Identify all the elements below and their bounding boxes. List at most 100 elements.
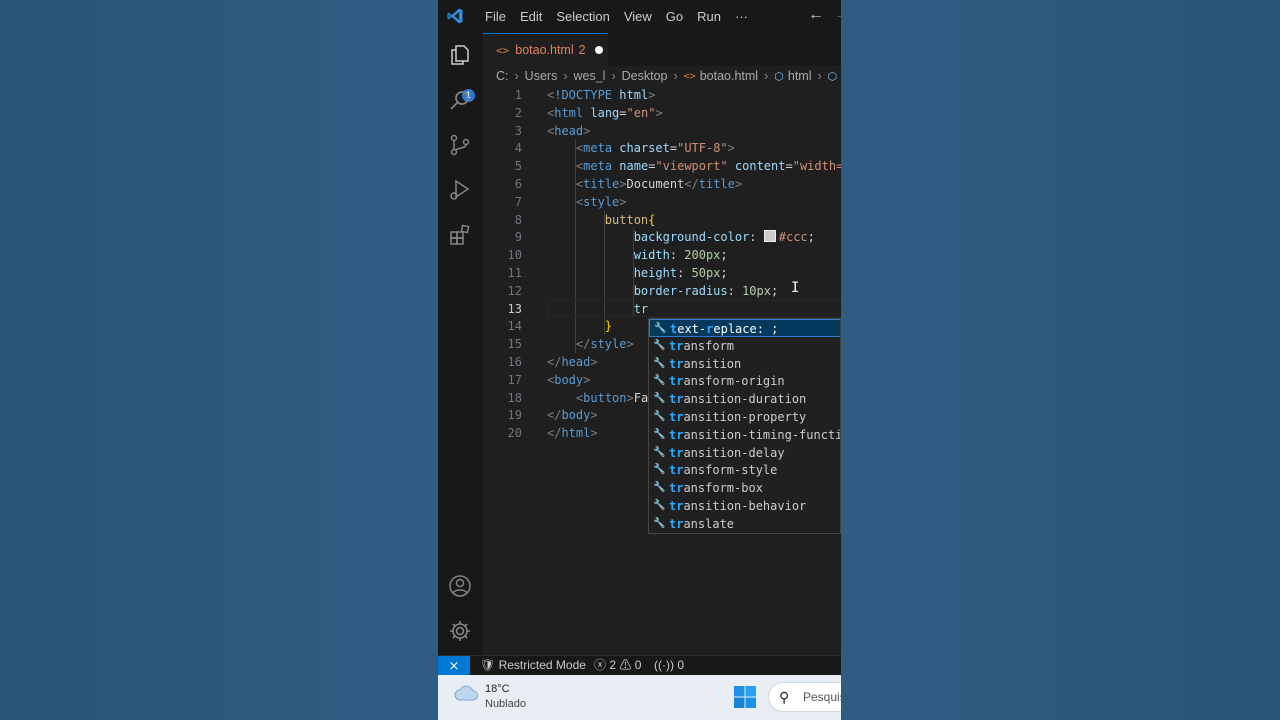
suggestion-item[interactable]: 🔧 transition-behavior bbox=[649, 497, 840, 515]
property-wrench-icon: 🔧 bbox=[653, 393, 666, 405]
line-number: 14 bbox=[507, 319, 522, 334]
code-line[interactable]: 10 width: 200px; bbox=[483, 246, 841, 264]
code-token: border-radius bbox=[633, 283, 728, 298]
restricted-mode-indicator[interactable]: 🛡 Restricted Mode bbox=[480, 656, 586, 675]
line-number: 20 bbox=[507, 426, 522, 441]
temperature: 18°C bbox=[485, 683, 510, 695]
code-line[interactable]: 1 <!DOCTYPE html> bbox=[483, 86, 841, 104]
code-line[interactable]: 2 <html lang="en"> bbox=[483, 104, 841, 122]
suggestion-item[interactable]: 🔧 transform bbox=[649, 337, 840, 355]
menu-item-selection[interactable]: Selection bbox=[549, 0, 616, 33]
chevron-right-icon: › bbox=[673, 69, 678, 83]
forward-arrow-icon[interactable]: → bbox=[834, 6, 841, 24]
suggestion-item[interactable]: 🔧 transform-origin bbox=[649, 372, 840, 390]
line-number: 8 bbox=[514, 212, 522, 227]
source-control-icon[interactable] bbox=[448, 133, 472, 157]
code-token: meta bbox=[583, 159, 613, 174]
color-swatch-icon[interactable] bbox=[763, 230, 776, 243]
line-number: 6 bbox=[514, 177, 522, 191]
suggestion-item[interactable]: 🔧 transition-timing-functi bbox=[649, 426, 841, 444]
property-wrench-icon: 🔧 bbox=[654, 323, 667, 334]
symbol-element-icon: ⬡ bbox=[774, 70, 784, 83]
code-token: Fa bbox=[633, 390, 649, 405]
menu-item-edit[interactable]: Edit bbox=[513, 0, 549, 33]
settings-gear-icon[interactable] bbox=[448, 619, 472, 643]
remote-icon[interactable]: ⨯ bbox=[438, 656, 470, 676]
vscode-logo-icon bbox=[447, 8, 463, 24]
ports-indicator[interactable]: ((·)) 0 bbox=[654, 656, 684, 675]
suggest-widget[interactable]: 🔧 text-replace: ; 🔧 transform 🔧 transition 🔧 tr… bbox=[648, 318, 841, 534]
breadcrumb-user[interactable]: wes_l bbox=[574, 69, 606, 83]
menu-item-view[interactable]: View bbox=[617, 0, 659, 33]
suggestion-item[interactable]: 🔧 text-replace: ; bbox=[649, 319, 840, 337]
code-line[interactable]: 8 button{ bbox=[483, 211, 841, 229]
windows-taskbar: 18°C Nublado ⚲ Pesquis bbox=[438, 675, 841, 720]
code-line[interactable]: 5 <meta name="viewport" content="width= bbox=[483, 157, 841, 175]
code-line[interactable]: 13 tr bbox=[483, 299, 841, 318]
code-line[interactable]: 4 <meta charset="UTF-8"> bbox=[483, 139, 841, 157]
code-token: title bbox=[698, 177, 735, 191]
search-icon[interactable] bbox=[448, 88, 472, 112]
windows-start-icon[interactable] bbox=[734, 686, 756, 708]
suggestion-item[interactable]: 🔧 transition-duration bbox=[649, 390, 840, 408]
code-token: = bbox=[669, 141, 678, 156]
code-token: > bbox=[583, 123, 591, 138]
suggestion-item[interactable]: 🔧 transition-property bbox=[649, 408, 840, 426]
code-line[interactable]: 12 border-radius: 10px; bbox=[483, 282, 841, 300]
code-text: <body> bbox=[547, 371, 590, 389]
code-text: <title>Document</title> bbox=[547, 175, 742, 193]
breadcrumb-users[interactable]: Users bbox=[525, 69, 558, 83]
code-token: : bbox=[677, 266, 692, 280]
suggestion-label: transition-timing-functi bbox=[669, 427, 841, 442]
suggestion-item[interactable]: 🔧 transition-delay bbox=[649, 444, 840, 462]
code-line[interactable]: 11 height: 50px; bbox=[483, 264, 841, 282]
explorer-icon[interactable] bbox=[448, 43, 472, 67]
code-line[interactable]: 7 <style> bbox=[483, 193, 841, 211]
weather-label: Nublado bbox=[485, 698, 526, 710]
restricted-mode-label: Restricted Mode bbox=[498, 658, 586, 672]
title-bar: FileEditSelectionViewGoRun··· ← → bbox=[438, 0, 841, 33]
code-token: > bbox=[590, 408, 598, 423]
line-number: 5 bbox=[514, 159, 522, 174]
menu-item-run[interactable]: Run bbox=[690, 0, 728, 33]
back-arrow-icon[interactable]: ← bbox=[808, 6, 824, 24]
suggestion-item[interactable]: 🔧 transform-box bbox=[649, 479, 840, 497]
extensions-icon[interactable] bbox=[448, 223, 472, 247]
cloud-icon[interactable] bbox=[454, 685, 478, 701]
suggestion-item[interactable]: 🔧 transition bbox=[649, 355, 840, 373]
suggestion-item[interactable]: 🔧 translate bbox=[649, 515, 840, 533]
suggestion-item[interactable]: 🔧 transform-style bbox=[649, 461, 840, 479]
line-number: 10 bbox=[507, 248, 522, 263]
code-token: = bbox=[619, 105, 627, 120]
breadcrumb-desktop[interactable]: Desktop bbox=[622, 69, 668, 83]
line-number: 1 bbox=[514, 88, 522, 102]
line-number: 11 bbox=[507, 266, 522, 280]
code-token: > bbox=[619, 177, 627, 191]
code-text: button{ bbox=[547, 211, 656, 229]
code-token: 50px bbox=[691, 266, 721, 280]
breadcrumb-symbol[interactable]: html bbox=[788, 69, 812, 83]
warning-count: 0 bbox=[634, 658, 642, 672]
menu-item-go[interactable]: Go bbox=[659, 0, 690, 33]
tab-botao-html[interactable]: <> botao.html 2 bbox=[483, 33, 608, 66]
menu-item-file[interactable]: File bbox=[478, 0, 513, 33]
suggestion-label: transform-box bbox=[669, 481, 763, 496]
taskbar-search[interactable]: ⚲ Pesquis bbox=[768, 682, 841, 712]
problems-indicator[interactable]: ⓧ 2 ⚠ 0 bbox=[594, 656, 641, 675]
property-wrench-icon: 🔧 bbox=[653, 500, 666, 511]
breadcrumb-drive[interactable]: C: bbox=[496, 69, 509, 83]
run-debug-icon[interactable] bbox=[448, 178, 472, 202]
menu-item-more[interactable]: ··· bbox=[728, 0, 755, 33]
accounts-icon[interactable] bbox=[448, 574, 472, 598]
code-line[interactable]: 3 <head> bbox=[483, 122, 841, 140]
chevron-right-icon: › bbox=[611, 69, 616, 83]
code-line[interactable]: 6 <title>Document</title> bbox=[483, 175, 841, 193]
code-token: "width= bbox=[792, 159, 841, 174]
unsaved-dot-icon[interactable] bbox=[594, 46, 603, 54]
code-token: > bbox=[626, 390, 634, 405]
code-line[interactable]: 9 background-color: #ccc; bbox=[483, 228, 841, 246]
breadcrumb-file[interactable]: botao.html bbox=[700, 69, 758, 83]
